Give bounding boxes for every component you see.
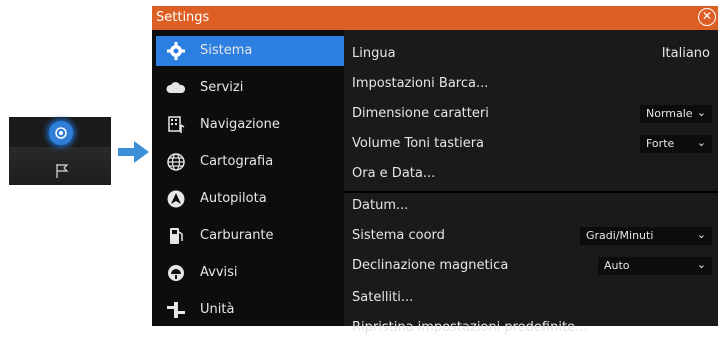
dimensione-caratteri-label: Dimensione caratteri: [352, 106, 489, 121]
title-bar: Settings ✕: [152, 6, 718, 30]
sidebar-item-label: Unità: [200, 302, 235, 317]
sidebar-item-label: Cartografia: [200, 154, 274, 169]
cloud-icon: [166, 82, 186, 93]
close-icon: ✕: [701, 9, 713, 23]
satelliti-row[interactable]: Satelliti...: [344, 280, 718, 314]
settings-gear-icon: [49, 121, 73, 145]
sidebar-item-label: Sistema: [200, 43, 253, 58]
declinazione-label: Declinazione magnetica: [352, 258, 509, 273]
impostazioni-barca-row[interactable]: Impostazioni Barca...: [344, 66, 718, 100]
volume-toni-select[interactable]: Forte ⌄: [640, 135, 712, 153]
sidebar-item-label: Carburante: [200, 228, 274, 243]
autopilot-icon: [167, 190, 185, 208]
gear-icon: [167, 42, 185, 60]
settings-panel: Lingua Italiano Impostazioni Barca... Di…: [344, 30, 718, 335]
sidebar-item-autopilota[interactable]: Autopilota: [156, 184, 344, 214]
volume-toni-row: Volume Toni tastiera Forte ⌄: [344, 126, 718, 160]
select-value: Forte: [646, 137, 675, 150]
ripristina-label: Ripristina impostazioni predefinite...: [352, 320, 588, 335]
sistema-coord-label: Sistema coord: [352, 228, 445, 243]
select-value: Normale: [646, 107, 693, 120]
sidebar-item-label: Navigazione: [200, 117, 280, 132]
sidebar: Sistema Servizi Navigazione Cartografia: [152, 30, 344, 326]
globe-icon: [167, 153, 185, 171]
volume-toni-label: Volume Toni tastiera: [352, 136, 485, 151]
satelliti-label: Satelliti...: [352, 290, 414, 305]
home-screen-thumbnail: [9, 117, 111, 185]
lingua-row[interactable]: Lingua Italiano: [344, 36, 718, 70]
alarm-icon: [168, 265, 184, 281]
ora-data-label: Ora e Data...: [352, 166, 436, 181]
flag-icon: [56, 164, 69, 178]
sidebar-item-cartografia[interactable]: Cartografia: [156, 147, 344, 177]
sistema-coord-select[interactable]: Gradi/Minuti ⌄: [580, 227, 712, 245]
chevron-down-icon: ⌄: [696, 228, 706, 241]
sidebar-item-label: Servizi: [200, 80, 244, 95]
sistema-coord-row: Sistema coord Gradi/Minuti ⌄: [344, 218, 718, 252]
navigation-icon: [168, 116, 185, 133]
window-title: Settings: [156, 10, 210, 25]
sidebar-item-unita[interactable]: Unità: [156, 295, 344, 325]
select-value: Auto: [604, 259, 630, 272]
impostazioni-barca-label: Impostazioni Barca...: [352, 76, 489, 91]
declinazione-row: Declinazione magnetica Auto ⌄: [344, 248, 718, 282]
sidebar-item-navigazione[interactable]: Navigazione: [156, 110, 344, 140]
sidebar-item-sistema[interactable]: Sistema: [156, 36, 344, 66]
chevron-down-icon: ⌄: [696, 258, 706, 271]
lingua-value: Italiano: [661, 46, 710, 61]
declinazione-select[interactable]: Auto ⌄: [598, 257, 712, 275]
sidebar-item-label: Avvisi: [200, 265, 238, 280]
chevron-down-icon: ⌄: [696, 136, 706, 149]
sidebar-item-label: Autopilota: [200, 191, 267, 206]
ripristina-row[interactable]: Ripristina impostazioni predefinite...: [344, 310, 718, 344]
datum-label: Datum...: [352, 198, 409, 213]
close-button[interactable]: ✕: [698, 8, 716, 26]
datum-row[interactable]: Datum...: [344, 188, 718, 222]
dimensione-caratteri-select[interactable]: Normale ⌄: [640, 105, 712, 123]
sidebar-item-carburante[interactable]: Carburante: [156, 221, 344, 251]
sidebar-item-servizi[interactable]: Servizi: [156, 73, 344, 103]
dimensione-caratteri-row: Dimensione caratteri Normale ⌄: [344, 96, 718, 130]
fuel-pump-icon: [170, 228, 183, 244]
lingua-label: Lingua: [352, 46, 396, 61]
right-arrow-icon: [118, 141, 149, 163]
select-value: Gradi/Minuti: [586, 229, 654, 242]
ora-data-row[interactable]: Ora e Data...: [344, 156, 718, 190]
settings-window: Settings ✕ Sistema Servizi Navigazione C…: [152, 6, 718, 335]
units-icon: [167, 302, 185, 318]
chevron-down-icon: ⌄: [696, 106, 706, 119]
sidebar-item-avvisi[interactable]: Avvisi: [156, 258, 344, 288]
